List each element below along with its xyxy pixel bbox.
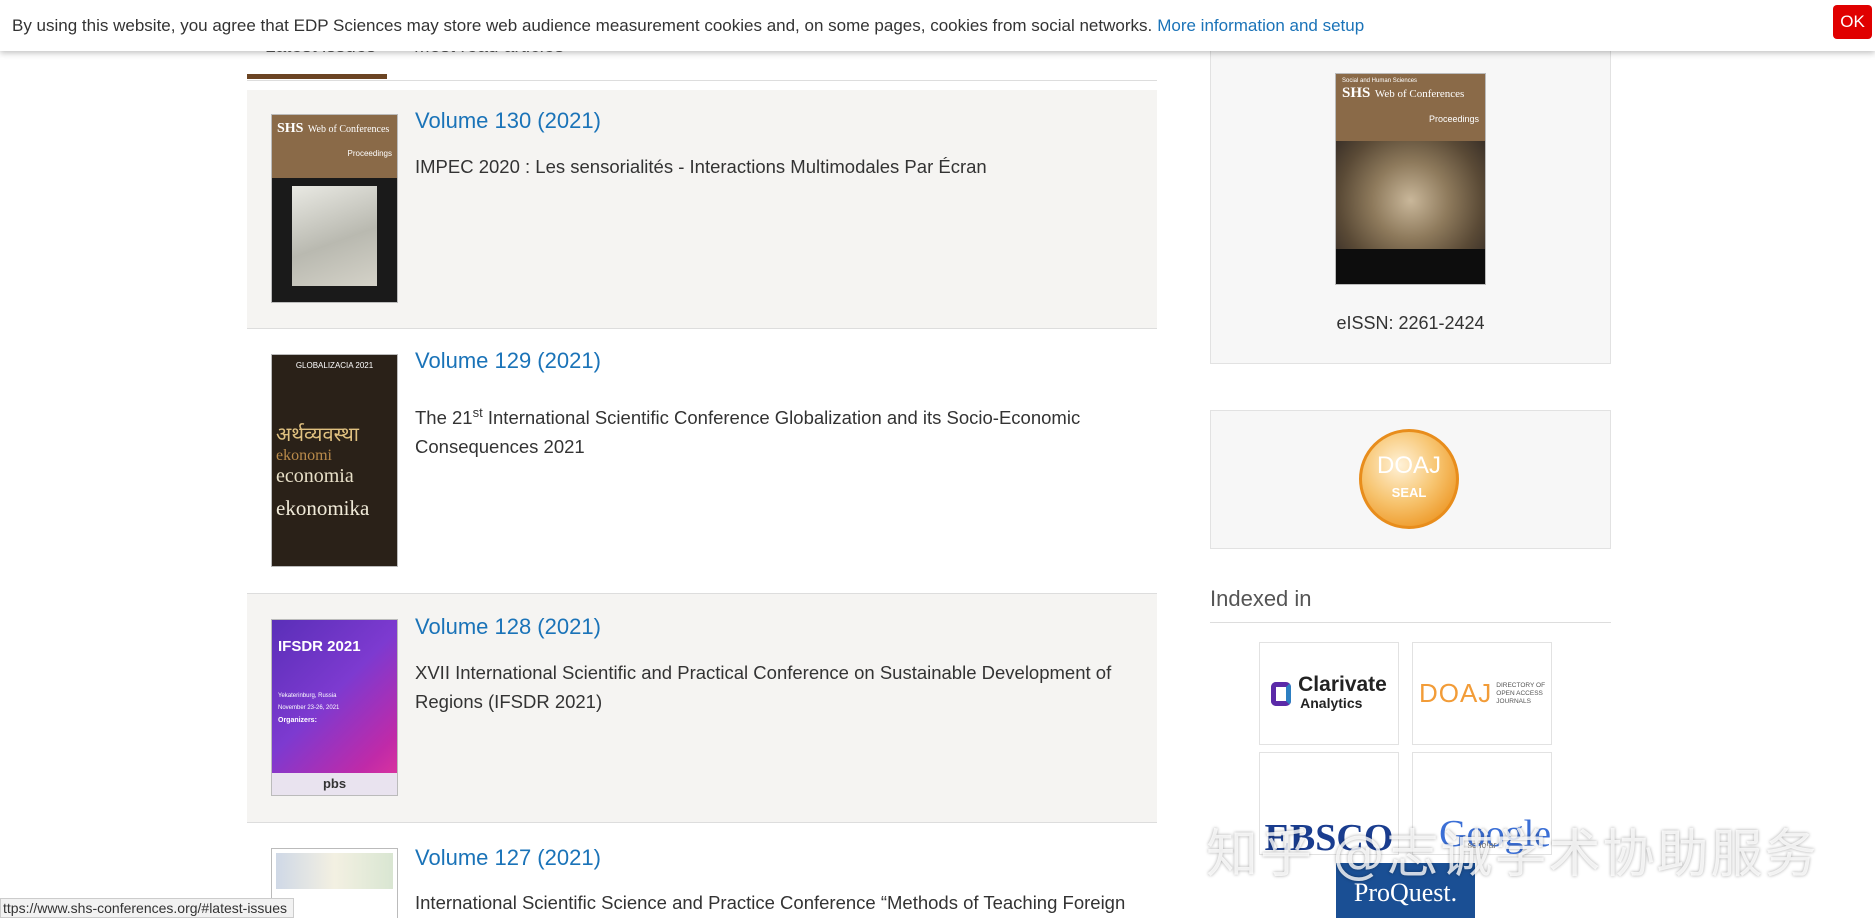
journal-cover-box: Social and Human Sciences SHS Web of Con…: [1210, 48, 1611, 364]
issue-title-link[interactable]: Volume 127 (2021): [415, 845, 601, 871]
cover-logos: [276, 853, 393, 889]
cookie-more-info-link[interactable]: More information and setup: [1157, 16, 1364, 36]
cover-word: economia: [276, 465, 354, 487]
issue-cover-image[interactable]: GLOBALIZACIA 2021 अर्थव्यवस्था ekonomi e…: [271, 354, 398, 567]
active-tab-indicator: [247, 74, 387, 79]
clarivate-logo[interactable]: Clarivate Analytics: [1259, 642, 1399, 745]
divider: [1210, 622, 1611, 623]
clarivate-icon: [1271, 681, 1292, 706]
status-bar-url: ttps://www.shs-conferences.org/#latest-i…: [0, 898, 295, 918]
cookie-banner: By using this website, you agree that ED…: [0, 0, 1875, 51]
cover-title: GLOBALIZACIA 2021: [295, 361, 374, 370]
doaj-seal-box: DOAJ SEAL: [1210, 410, 1611, 549]
issue-item: IFSDR 2021 Yekaterinburg, Russia Novembe…: [247, 594, 1157, 823]
issue-description: International Scientific Science and Pra…: [415, 892, 1126, 913]
issue-description: The 21st International Scientific Confer…: [415, 405, 1081, 458]
issue-description: IMPEC 2020 : Les sensorialités - Interac…: [415, 156, 987, 177]
indexed-in-heading: Indexed in: [1210, 586, 1312, 611]
issue-item: SHS Web of Conferences Proceedings Volum…: [247, 90, 1157, 329]
eissn-text: eISSN: 2261-2424: [1336, 313, 1485, 333]
journal-cover-image[interactable]: Social and Human Sciences SHS Web of Con…: [1335, 73, 1486, 285]
doaj-seal-icon[interactable]: DOAJ SEAL: [1359, 429, 1459, 529]
watermark-text: 知乎 @志诚学术协助服务: [1206, 825, 1819, 885]
cover-photo: [1336, 141, 1485, 249]
cover-label: Proceedings: [347, 149, 392, 158]
cover-word: अर्थव्यवस्था: [276, 424, 359, 446]
cover-footer-logo: pbs: [272, 773, 397, 795]
cover-title: IFSDR 2021: [278, 638, 361, 655]
issue-item: Volume 127 (2021) International Scientif…: [247, 823, 1157, 918]
issue-cover-image[interactable]: IFSDR 2021 Yekaterinburg, Russia Novembe…: [271, 619, 398, 796]
issue-description: XVII International Scientific and Practi…: [415, 662, 1112, 712]
page: By using this website, you agree that ED…: [0, 0, 1875, 918]
cover-city: Yekaterinburg, Russia: [278, 693, 337, 699]
cover-dates: November 23-26, 2021: [278, 705, 340, 711]
cover-organizers: Organizers:: [278, 717, 317, 724]
cookie-ok-button[interactable]: OK: [1833, 5, 1872, 39]
doaj-logo[interactable]: DOAJ DIRECTORY OF OPEN ACCESS JOURNALS: [1412, 642, 1552, 745]
cover-brand: SHS: [1342, 85, 1371, 101]
cover-word: ekonomika: [276, 496, 370, 520]
cover-label: Proceedings: [1428, 114, 1479, 124]
cover-footer: [1336, 249, 1485, 284]
cover-photo: [292, 186, 377, 286]
cover-subtitle: Web of Conferences: [307, 124, 390, 135]
cookie-text: By using this website, you agree that ED…: [12, 15, 1153, 35]
cover-small-text: Social and Human Sciences: [1342, 78, 1418, 84]
issue-title-link[interactable]: Volume 130 (2021): [415, 108, 601, 134]
issue-title-link[interactable]: Volume 129 (2021): [415, 348, 601, 374]
issue-cover-image[interactable]: SHS Web of Conferences Proceedings: [271, 114, 398, 303]
issue-title-link[interactable]: Volume 128 (2021): [415, 614, 601, 640]
issue-item: GLOBALIZACIA 2021 अर्थव्यवस्था ekonomi e…: [247, 330, 1157, 594]
cover-brand: SHS: [277, 121, 304, 136]
cover-subtitle: Web of Conferences: [1374, 88, 1465, 100]
cover-word: ekonomi: [276, 447, 332, 464]
